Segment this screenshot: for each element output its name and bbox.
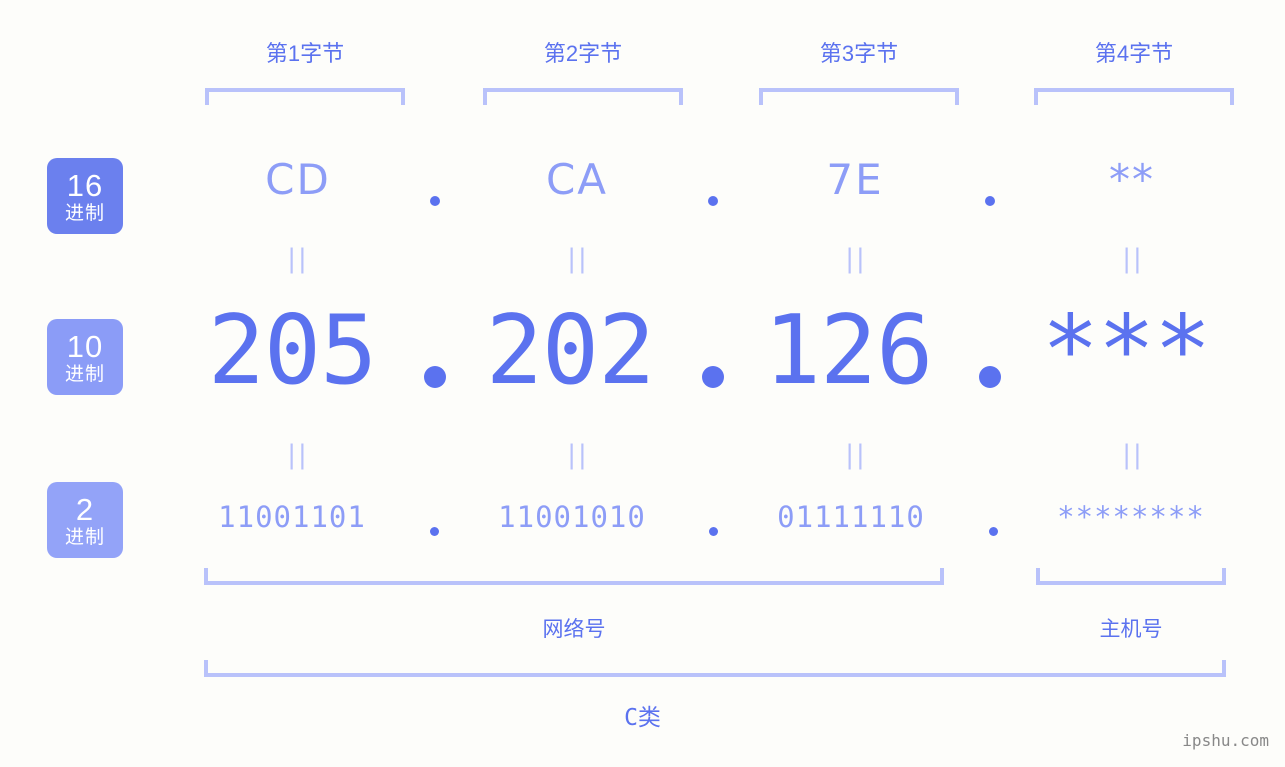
class-bracket xyxy=(204,660,1226,677)
host-bracket xyxy=(1036,568,1226,585)
binary-byte-4: ******** xyxy=(1057,500,1205,534)
equals-separator-1-1: || xyxy=(287,244,309,274)
class-label: C类 xyxy=(624,705,661,731)
equals-separator-2-1: || xyxy=(287,440,309,470)
binary-separator-dot-3 xyxy=(989,527,998,536)
decimal-byte-1: 205 xyxy=(207,296,378,406)
equals-separator-2-3: || xyxy=(845,440,867,470)
equals-separator-2-2: || xyxy=(567,440,589,470)
equals-separator-1-2: || xyxy=(567,244,589,274)
binary-separator-dot-2 xyxy=(709,527,718,536)
watermark: ipshu.com xyxy=(1182,731,1269,750)
radix-badge-bin: 2 进制 xyxy=(47,482,123,558)
byte-bracket-1 xyxy=(205,88,405,105)
binary-byte-1: 11001101 xyxy=(218,500,366,534)
hex-separator-dot-1 xyxy=(430,196,440,206)
hex-separator-dot-3 xyxy=(985,196,995,206)
radix-badge-bin-unit: 进制 xyxy=(64,526,105,548)
decimal-separator-dot-2 xyxy=(702,366,724,388)
decimal-separator-dot-3 xyxy=(979,366,1001,388)
hex-byte-2: CA xyxy=(545,155,609,204)
hex-separator-dot-2 xyxy=(708,196,718,206)
hex-byte-4: ** xyxy=(1109,155,1155,204)
byte-header-3: 第3字节 xyxy=(819,41,899,66)
byte-header-2: 第2字节 xyxy=(543,41,623,66)
equals-separator-1-3: || xyxy=(845,244,867,274)
hex-byte-3: 7E xyxy=(826,155,884,204)
equals-separator-2-4: || xyxy=(1122,440,1144,470)
binary-byte-2: 11001010 xyxy=(498,500,646,534)
radix-badge-dec: 10 进制 xyxy=(47,319,123,395)
byte-header-1: 第1字节 xyxy=(265,41,345,66)
host-label: 主机号 xyxy=(1099,618,1163,641)
decimal-byte-3: 126 xyxy=(763,296,934,406)
radix-badge-hex-unit: 进制 xyxy=(64,202,105,224)
binary-separator-dot-1 xyxy=(430,527,439,536)
equals-separator-1-4: || xyxy=(1122,244,1144,274)
ip-address-diagram: 第1字节 第2字节 第3字节 第4字节 16 进制 10 进制 2 进制 CD … xyxy=(0,0,1285,767)
network-label: 网络号 xyxy=(542,618,606,641)
decimal-byte-4: *** xyxy=(1041,296,1212,406)
radix-badge-hex: 16 进制 xyxy=(47,158,123,234)
radix-badge-bin-number: 2 xyxy=(75,491,95,527)
radix-badge-dec-unit: 进制 xyxy=(64,363,105,385)
byte-bracket-2 xyxy=(483,88,683,105)
decimal-separator-dot-1 xyxy=(424,366,446,388)
byte-bracket-3 xyxy=(759,88,959,105)
hex-byte-1: CD xyxy=(265,155,331,204)
radix-badge-hex-number: 16 xyxy=(66,167,104,203)
byte-header-4: 第4字节 xyxy=(1094,41,1174,66)
decimal-byte-2: 202 xyxy=(485,296,656,406)
network-bracket xyxy=(204,568,944,585)
binary-byte-3: 01111110 xyxy=(777,500,925,534)
byte-bracket-4 xyxy=(1034,88,1234,105)
radix-badge-dec-number: 10 xyxy=(66,328,104,364)
